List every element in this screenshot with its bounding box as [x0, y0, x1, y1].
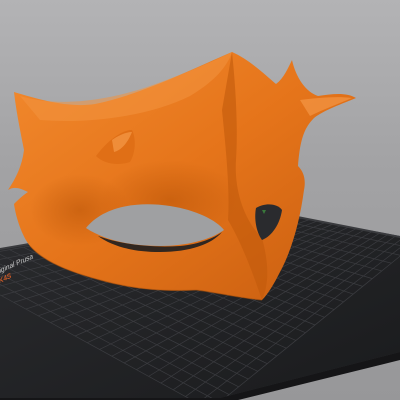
scene-canvas[interactable]: [0, 0, 400, 400]
3d-viewport[interactable]: Original Prusa MK4S: [0, 0, 400, 400]
